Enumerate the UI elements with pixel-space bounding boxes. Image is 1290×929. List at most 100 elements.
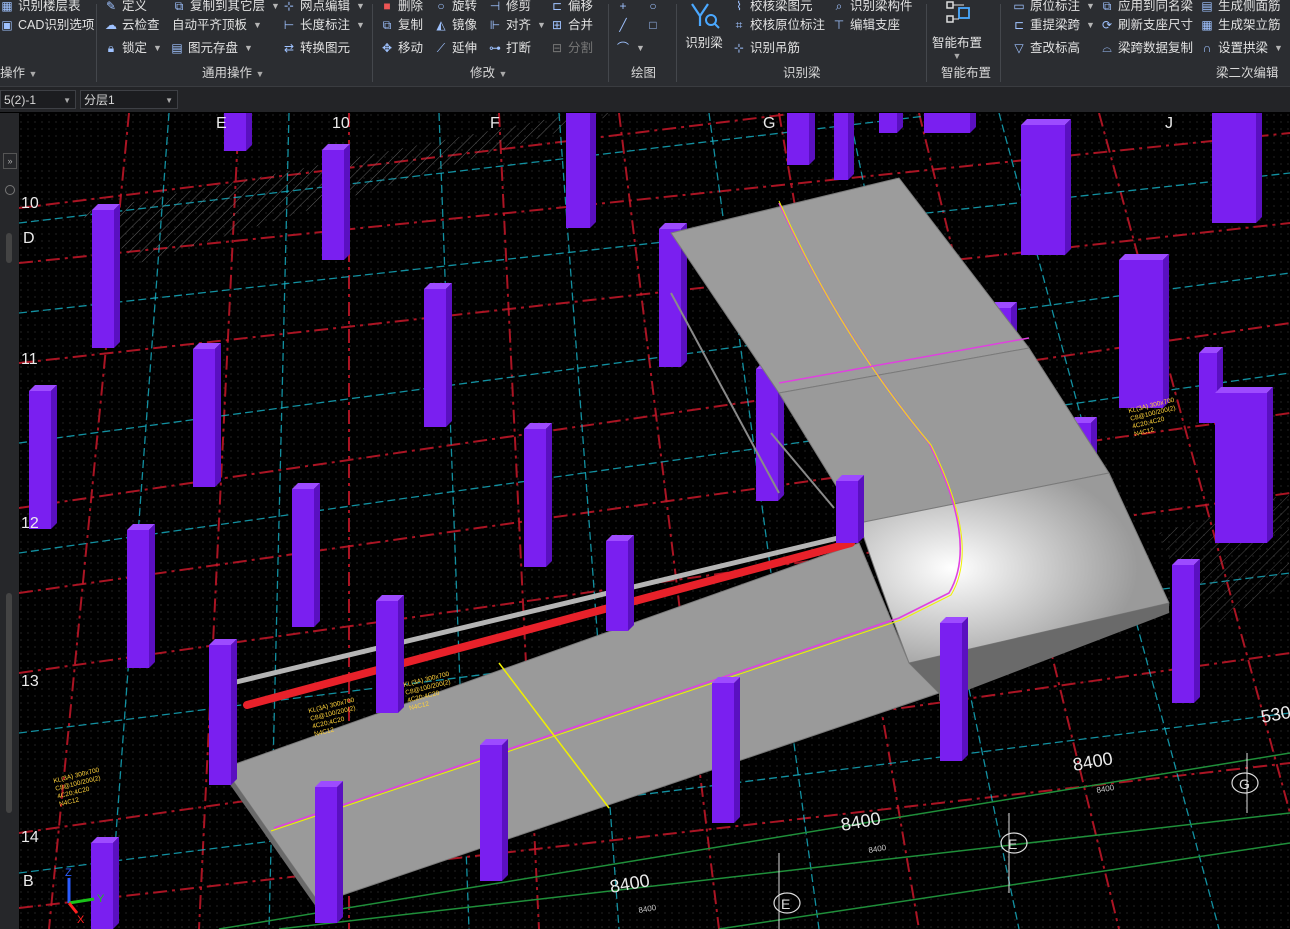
circle-icon: ○: [649, 0, 657, 13]
arch-beam-icon: ∩: [1202, 41, 1212, 55]
floor-layer-select[interactable]: 5(2)-1 ▼: [0, 90, 76, 109]
mirror-button[interactable]: ◭ 镜像: [434, 15, 477, 35]
generate-erection-rebar-button[interactable]: ▦ 生成架立筋: [1200, 15, 1280, 35]
axis-y-label: Y: [97, 893, 105, 905]
lock-icon: 🔒︎: [107, 41, 115, 55]
identify-beam-button[interactable]: 识别梁: [682, 0, 726, 51]
copy-to-other-layer-button[interactable]: ⧉ 复制到其它层 ▼: [172, 0, 280, 16]
rotate-button[interactable]: ○ 旋转: [434, 0, 477, 16]
group-label-modify[interactable]: 修改 ▼: [470, 64, 507, 82]
draw-point-button[interactable]: +: [616, 0, 630, 16]
rectangle-icon: □: [649, 18, 657, 32]
identify-beam-part-button[interactable]: ⌕ 识别梁构件: [832, 0, 913, 16]
merge-button[interactable]: ⊞ 合并: [550, 15, 593, 35]
axis-row-label: 10: [21, 195, 39, 212]
elevation-icon: ▽: [1014, 41, 1024, 55]
apply-same-beam-icon: ⧉: [1102, 0, 1112, 13]
refresh-support-size-button[interactable]: ⟳ 刷新支座尺寸: [1100, 15, 1193, 35]
merge-icon: ⊞: [551, 18, 563, 32]
apply-same-beam-button[interactable]: ⧉ 应用到同名梁: [1100, 0, 1193, 16]
search-icon[interactable]: [5, 185, 15, 195]
axis-z-label: Z: [65, 867, 72, 879]
generate-side-rebar-button[interactable]: ▤ 生成侧面筋: [1200, 0, 1280, 16]
panel-scrollbar[interactable]: [6, 593, 12, 813]
axis-bubble-label: G: [1239, 776, 1250, 792]
mirror-icon: ◭: [436, 18, 446, 32]
auto-align-top-button[interactable]: 自动平齐顶板 ▼: [172, 15, 262, 35]
hanger-icon: ⊹: [733, 41, 745, 55]
align-icon: ⊩: [489, 18, 501, 32]
span-copy-icon: ⌓: [1102, 41, 1112, 55]
respan-icon: ⊏: [1013, 18, 1025, 32]
extend-button[interactable]: ⟋ 延伸: [434, 38, 477, 58]
group-label-beam-secondary-edit[interactable]: 梁二次编辑 ▼: [1216, 64, 1290, 97]
grid-edit-button[interactable]: ⊹ 网点编辑 ▼: [282, 0, 365, 16]
save-element-icon: ▤: [171, 41, 183, 55]
panel-scrollbar[interactable]: [6, 233, 12, 263]
axis-row-label: 11: [21, 351, 38, 368]
axis-col-label: E: [216, 115, 227, 132]
convert-element-button[interactable]: ⇄ 转换图元: [282, 38, 350, 58]
break-button[interactable]: ⊶ 打断: [488, 38, 531, 58]
axis-col-label: F: [490, 115, 500, 132]
expand-panel-icon[interactable]: »: [3, 153, 17, 169]
move-icon: ✥: [381, 41, 393, 55]
smart-layout-button[interactable]: 智能布置 ▼: [930, 0, 984, 61]
axis-col-label: J: [1165, 115, 1173, 132]
group-label-smart-layout: 智能布置: [941, 66, 992, 80]
edit-support-button[interactable]: ⊤ 编辑支座: [832, 15, 900, 35]
cloud-check-icon: ☁: [105, 18, 117, 32]
edit-support-icon: ⊤: [833, 18, 845, 32]
sublayer-select[interactable]: 分层1 ▼: [80, 90, 178, 109]
axis-row-label: 14: [21, 829, 39, 846]
draw-line-button[interactable]: ╱: [616, 15, 630, 35]
save-element-button[interactable]: ▤ 图元存盘 ▼: [170, 38, 253, 58]
in-place-annotation-button[interactable]: ▭ 原位标注 ▼: [1012, 0, 1095, 16]
left-side-panel: »: [0, 113, 19, 929]
move-button[interactable]: ✥ 移动: [380, 38, 423, 58]
smart-layout-icon: [939, 0, 975, 30]
axis-col-label: 10: [332, 115, 350, 132]
set-arch-beam-button[interactable]: ∩ 设置拱梁 ▼: [1200, 38, 1283, 58]
check-in-place-annotation-button[interactable]: ⌗ 校核原位标注: [732, 15, 825, 35]
dimension-icon: ⊢: [283, 18, 295, 32]
group-separator: [372, 4, 373, 82]
group-separator: [608, 4, 609, 82]
draw-arc-button[interactable]: ⌒ ▼: [616, 38, 645, 58]
re-extract-span-button[interactable]: ⊏ 重提梁跨 ▼: [1012, 15, 1095, 35]
draw-rect-button[interactable]: □: [646, 15, 660, 35]
cloud-check-button[interactable]: ☁ 云检查: [104, 15, 160, 35]
line-icon: ╱: [619, 18, 627, 32]
lock-button[interactable]: 🔒︎ 锁定 ▼: [104, 38, 162, 58]
define-button[interactable]: ✎ 定义: [104, 0, 147, 16]
identify-hanger-rebar-button[interactable]: ⊹ 识别吊筋: [732, 38, 800, 58]
check-beam-element-button[interactable]: ⌇ 校核梁图元: [732, 0, 812, 16]
copy-layer-icon: ⧉: [174, 0, 184, 13]
erection-rebar-icon: ▦: [1201, 18, 1213, 32]
delete-icon: ■: [383, 0, 391, 13]
split-button[interactable]: ⊟ 分割: [550, 38, 593, 58]
delete-button[interactable]: ■ 删除: [380, 0, 423, 16]
cad-options-icon: ▣: [1, 18, 13, 32]
copy-button[interactable]: ⧉ 复制: [380, 15, 423, 35]
cad-options-button[interactable]: ▣ CAD识别选项: [0, 15, 94, 35]
3d-scene[interactable]: 840084008400530840084008400 EEG KL(3A) 30…: [19, 113, 1290, 929]
length-dimension-button[interactable]: ⊢ 长度标注 ▼: [282, 15, 365, 35]
group-label-general[interactable]: 通用操作 ▼: [202, 64, 264, 82]
group-separator: [96, 4, 97, 82]
group-label-operations[interactable]: 操作 ▼: [0, 64, 37, 82]
span-data-copy-button[interactable]: ⌓ 梁跨数据复制: [1100, 38, 1193, 58]
group-label-draw: 绘图: [631, 66, 657, 80]
trim-button[interactable]: ⊣ 修剪: [488, 0, 531, 16]
offset-button[interactable]: ⊏ 偏移: [550, 0, 593, 16]
identify-beam-icon: [686, 0, 722, 30]
align-button[interactable]: ⊩ 对齐 ▼: [488, 15, 546, 35]
table-icon: ▦: [1, 0, 13, 13]
3d-viewport[interactable]: 8400 8400 8400 530 8400 8400 8400 E E G KL(3A) 30…: [19, 113, 1290, 929]
axis-row-label: 13: [21, 673, 39, 690]
group-separator: [1000, 4, 1001, 82]
identify-floor-table-button[interactable]: ▦ 识别楼层表: [0, 0, 80, 16]
draw-circle-button[interactable]: ○: [646, 0, 660, 16]
grid-edit-icon: ⊹: [283, 0, 295, 13]
check-elevation-button[interactable]: ▽ 查改标高: [1012, 38, 1080, 58]
